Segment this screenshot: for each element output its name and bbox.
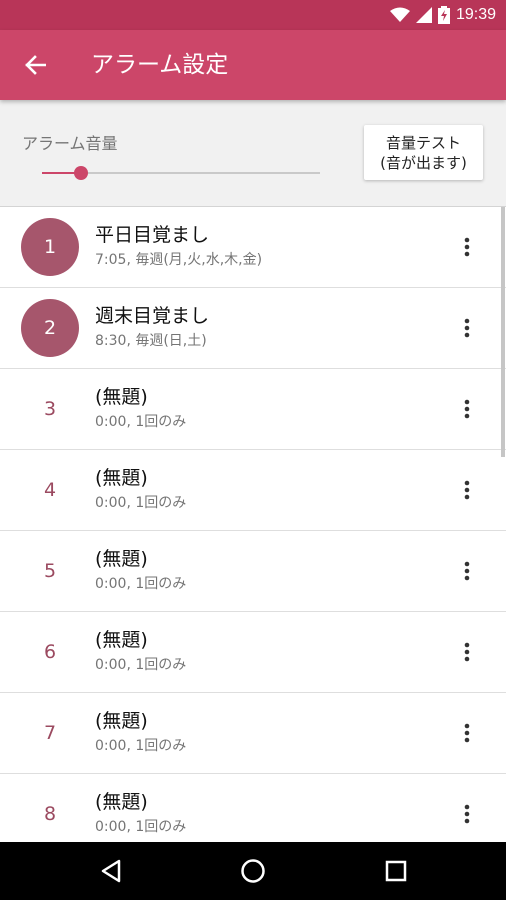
slider-thumb[interactable]: [73, 166, 88, 180]
alarm-row[interactable]: 7 (無題) 0:00, 1回のみ: [0, 693, 506, 774]
more-vert-icon: [464, 399, 470, 419]
home-circle-icon: [241, 859, 265, 883]
alarm-number-badge: 4: [43, 479, 57, 501]
wifi-icon: [389, 7, 410, 22]
status-icons: 19:39: [389, 5, 496, 25]
signal-icon: [415, 7, 432, 23]
alarm-title: 平日目覚まし: [95, 224, 210, 246]
alarm-menu-button[interactable]: [452, 391, 482, 427]
more-vert-icon: [464, 561, 470, 581]
more-vert-icon: [464, 318, 470, 338]
status-bar: 19:39: [0, 0, 506, 30]
volume-test-button[interactable]: 音量テスト (音が出ます): [364, 125, 483, 180]
nav-back-button[interactable]: [91, 851, 131, 891]
alarm-detail: 0:00, 1回のみ: [95, 576, 187, 592]
alarm-detail: 8:30, 毎週(日,土): [95, 333, 207, 349]
more-vert-icon: [464, 723, 470, 743]
volume-label: アラーム音量: [22, 134, 118, 153]
nav-home-button[interactable]: [233, 851, 273, 891]
alarm-detail: 0:00, 1回のみ: [95, 495, 187, 511]
alarm-detail: 0:00, 1回のみ: [95, 819, 187, 835]
battery-icon: [437, 6, 450, 24]
alarm-row[interactable]: 6 (無題) 0:00, 1回のみ: [0, 612, 506, 693]
alarm-row[interactable]: 1 平日目覚まし 7:05, 毎週(月,火,水,木,金): [0, 207, 506, 288]
alarm-detail: 7:05, 毎週(月,火,水,木,金): [95, 252, 263, 268]
alarm-list: 1 平日目覚まし 7:05, 毎週(月,火,水,木,金) 2 週末目覚まし 8:30, 毎…: [0, 207, 506, 842]
app-bar: アラーム設定: [0, 30, 506, 100]
navigation-bar: [0, 842, 506, 900]
alarm-row[interactable]: 4 (無題) 0:00, 1回のみ: [0, 450, 506, 531]
alarm-row[interactable]: 3 (無題) 0:00, 1回のみ: [0, 369, 506, 450]
alarm-menu-button[interactable]: [452, 715, 482, 751]
alarm-row[interactable]: 2 週末目覚まし 8:30, 毎週(日,土): [0, 288, 506, 369]
alarm-number-badge: 2: [21, 299, 79, 357]
alarm-menu-button[interactable]: [452, 796, 482, 832]
alarm-menu-button[interactable]: [452, 310, 482, 346]
scrollbar[interactable]: [501, 207, 505, 457]
more-vert-icon: [464, 642, 470, 662]
alarm-number-badge: 1: [21, 218, 79, 276]
nav-recents-button[interactable]: [376, 851, 416, 891]
alarm-number-badge: 3: [43, 398, 57, 420]
volume-slider[interactable]: [42, 164, 320, 182]
alarm-menu-button[interactable]: [452, 229, 482, 265]
alarm-number-badge: 5: [43, 560, 57, 582]
alarm-number-badge: 7: [43, 722, 57, 744]
alarm-row[interactable]: 5 (無題) 0:00, 1回のみ: [0, 531, 506, 612]
volume-test-label-line2: (音が出ます): [380, 153, 467, 172]
more-vert-icon: [464, 804, 470, 824]
alarm-menu-button[interactable]: [452, 472, 482, 508]
status-time: 19:39: [455, 6, 496, 23]
alarm-detail: 0:00, 1回のみ: [95, 657, 187, 673]
alarm-number-badge: 8: [43, 803, 57, 825]
more-vert-icon: [464, 237, 470, 257]
alarm-menu-button[interactable]: [452, 553, 482, 589]
alarm-title: (無題): [95, 386, 148, 408]
more-vert-icon: [464, 480, 470, 500]
alarm-title: (無題): [95, 791, 148, 813]
alarm-title: (無題): [95, 467, 148, 489]
alarm-menu-button[interactable]: [452, 634, 482, 670]
alarm-title: (無題): [95, 710, 148, 732]
alarm-title: (無題): [95, 629, 148, 651]
volume-test-label-line1: 音量テスト: [385, 133, 461, 152]
alarm-detail: 0:00, 1回のみ: [95, 414, 187, 430]
back-triangle-icon: [101, 859, 121, 883]
alarm-title: (無題): [95, 548, 148, 570]
back-button[interactable]: [17, 47, 53, 83]
alarm-row[interactable]: 8 (無題) 0:00, 1回のみ: [0, 774, 506, 842]
arrow-left-icon: [25, 55, 46, 75]
alarm-title: 週末目覚まし: [95, 305, 210, 327]
page-title: アラーム設定: [91, 52, 229, 78]
recents-square-icon: [385, 860, 407, 882]
alarm-detail: 0:00, 1回のみ: [95, 738, 187, 754]
alarm-number-badge: 6: [43, 641, 57, 663]
